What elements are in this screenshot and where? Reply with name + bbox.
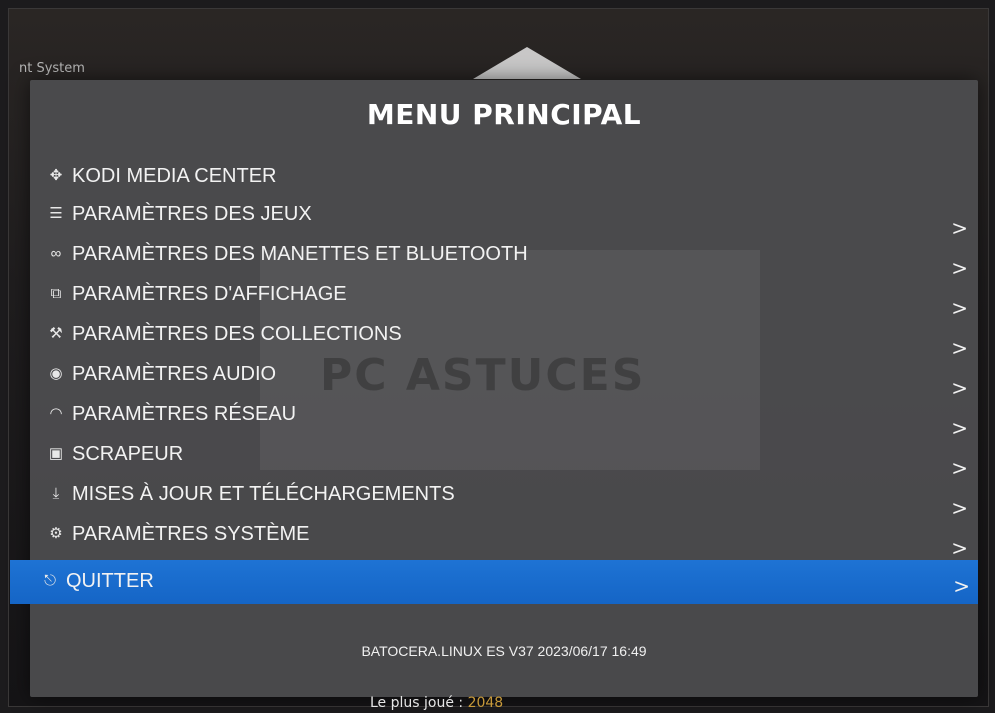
most-played-value: 2048 (467, 695, 504, 711)
chevron-right-icon: > (951, 536, 968, 560)
menu-item-label: PARAMÈTRES RÉSEAU (72, 403, 297, 425)
menu-item-updates-downloads[interactable]: ⤓ MISES À JOUR ET TÉLÉCHARGEMENTS > (30, 476, 978, 520)
menu-item-label: PARAMÈTRES AUDIO (72, 363, 277, 385)
background-most-played: Le plus joué : 2048 (370, 695, 503, 711)
wifi-icon: ◠ (49, 405, 63, 422)
menu-item-game-settings[interactable]: ☰ PARAMÈTRES DES JEUX > (30, 196, 978, 240)
wrench-icon: ⚒ (49, 325, 63, 342)
gamepad-icon: ∞ (50, 245, 62, 262)
menu-item-network[interactable]: ◠ PARAMÈTRES RÉSEAU > (30, 396, 978, 440)
speaker-icon: ◉ (49, 365, 63, 382)
menu-item-collections[interactable]: ⚒ PARAMÈTRES DES COLLECTIONS > (30, 316, 978, 360)
sliders-icon: ☰ (49, 205, 63, 222)
menu-item-audio[interactable]: ◉ PARAMÈTRES AUDIO > (30, 356, 978, 400)
version-footer: BATOCERA.LINUX ES V37 2023/06/17 16:49 (361, 643, 647, 659)
menu-item-label: QUITTER (66, 570, 154, 592)
menu-item-quit[interactable]: ⎋ QUITTER > (10, 560, 978, 604)
main-menu-panel: PC ASTUCES MENU PRINCIPAL ✥ KODI MEDIA C… (10, 80, 978, 697)
display-icon: ⧉ (50, 285, 62, 302)
most-played-label: Le plus joué : (370, 695, 464, 711)
background-system-title: nt System (19, 61, 85, 76)
menu-title: MENU PRINCIPAL (366, 98, 642, 131)
menu-item-scraper[interactable]: ▣ SCRAPEUR > (30, 436, 978, 480)
settings-icon: ⚙ (49, 525, 63, 542)
menu-item-controllers-bluetooth[interactable]: ∞ PARAMÈTRES DES MANETTES ET BLUETOOTH > (30, 236, 978, 280)
menu-item-label: PARAMÈTRES DES JEUX (72, 203, 312, 225)
kodi-icon: ✥ (49, 167, 63, 184)
menu-item-label: KODI MEDIA CENTER (72, 165, 277, 187)
menu-item-label: PARAMÈTRES D'AFFICHAGE (72, 283, 347, 305)
exit-icon: ⎋ (44, 572, 56, 589)
menu-item-label: PARAMÈTRES DES MANETTES ET BLUETOOTH (72, 243, 528, 265)
menu-item-system-settings[interactable]: ⚙ PARAMÈTRES SYSTÈME > (30, 516, 978, 560)
menu-item-display-settings[interactable]: ⧉ PARAMÈTRES D'AFFICHAGE > (30, 276, 978, 320)
menu-item-label: PARAMÈTRES DES COLLECTIONS (72, 323, 402, 345)
carousel-up-arrow-icon (473, 47, 581, 79)
scraper-icon: ▣ (48, 445, 64, 462)
menu-item-label: SCRAPEUR (72, 443, 184, 465)
download-icon: ⤓ (52, 485, 60, 502)
menu-item-label: PARAMÈTRES SYSTÈME (72, 523, 310, 545)
chevron-right-icon: > (953, 574, 970, 598)
menu-item-label: MISES À JOUR ET TÉLÉCHARGEMENTS (72, 483, 455, 505)
menu-item-kodi[interactable]: ✥ KODI MEDIA CENTER (30, 158, 978, 196)
